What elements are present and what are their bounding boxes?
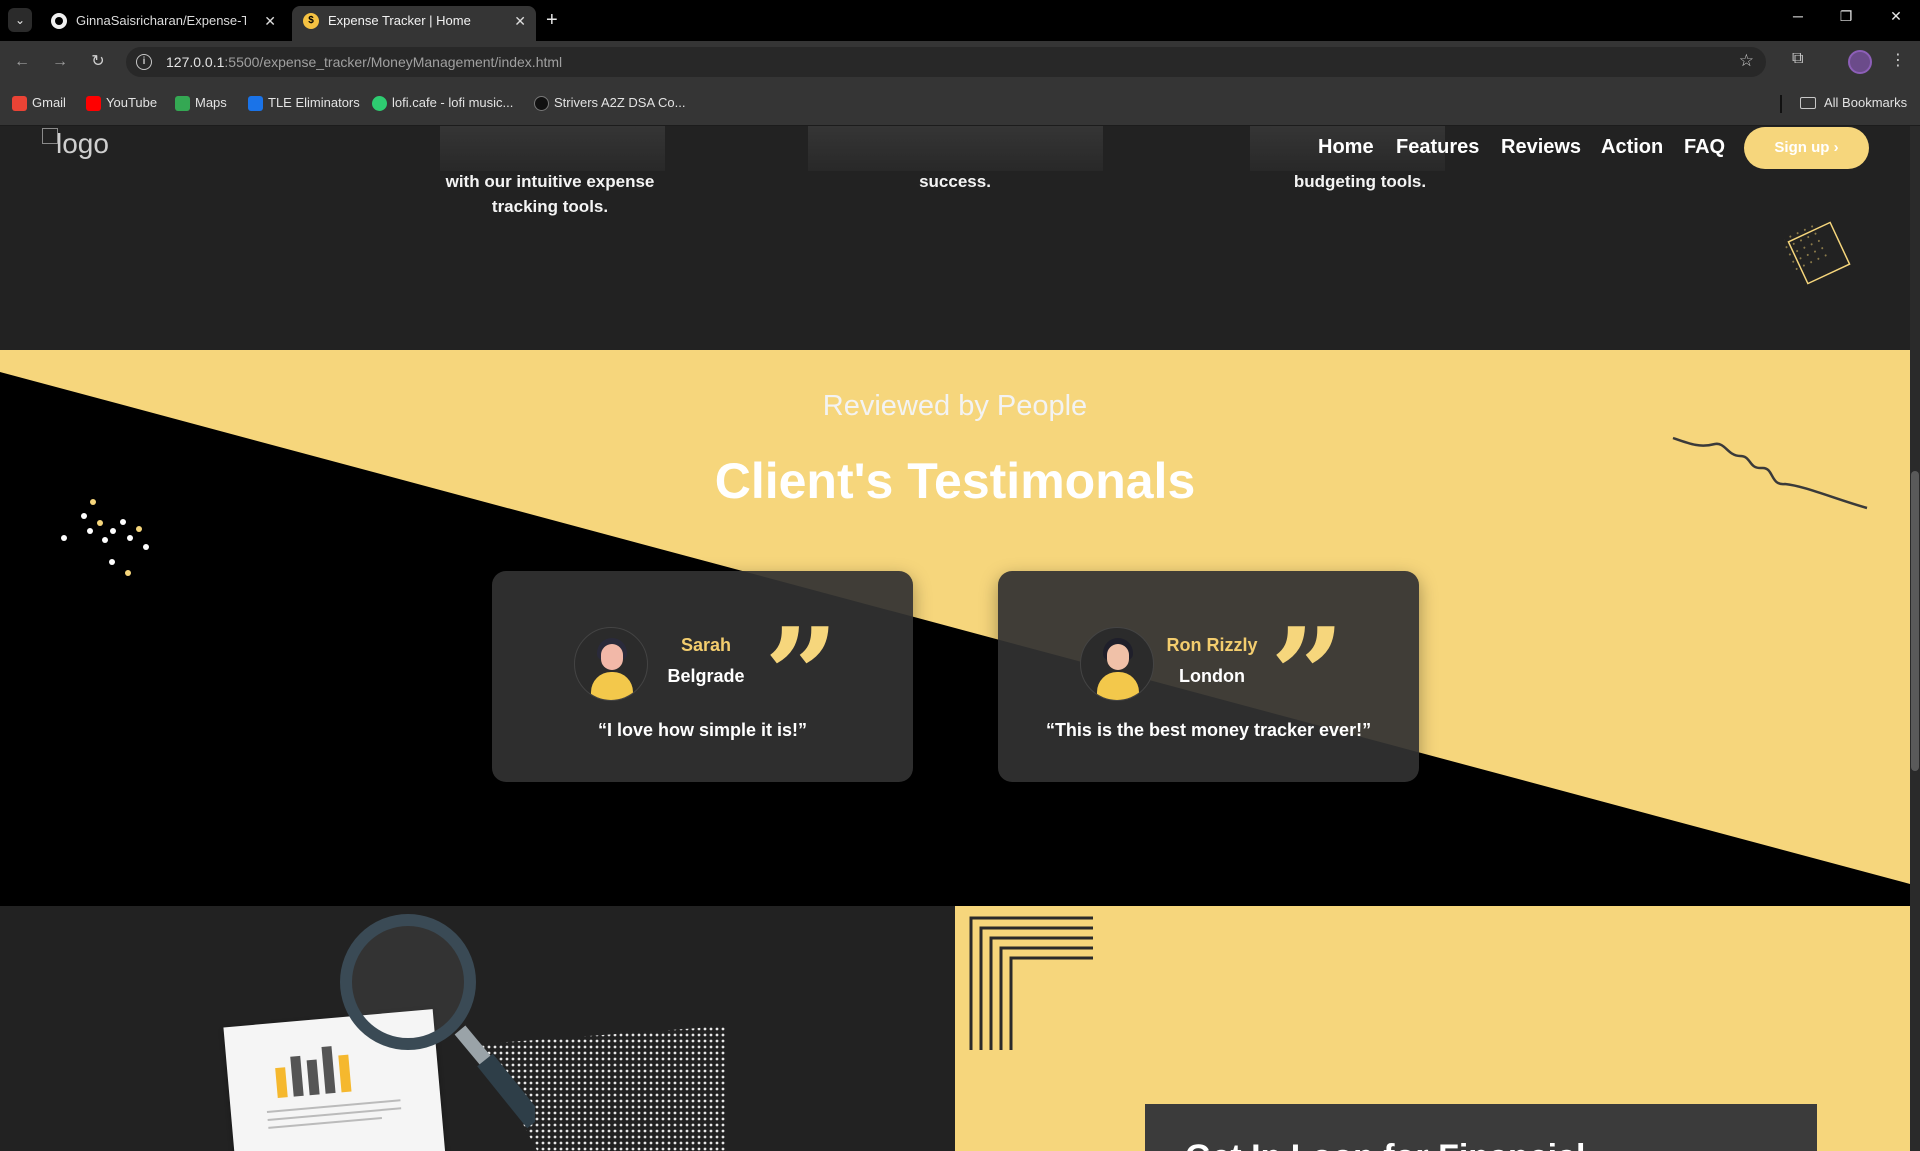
bookmarks-bar: Gmail YouTube Maps TLE Eliminators lofi.…	[0, 83, 1920, 126]
bookmark-lofi[interactable]: lofi.cafe - lofi music...	[372, 95, 513, 111]
nav-faq[interactable]: FAQ	[1684, 136, 1725, 159]
testimonial-name: Ron Rizzly	[1166, 635, 1258, 655]
testimonials-background	[0, 350, 1910, 906]
testimonial-name: Sarah	[680, 635, 732, 655]
strivers-icon	[534, 96, 549, 111]
restore-icon[interactable]: ❐	[1834, 8, 1858, 25]
bookmark-youtube[interactable]: YouTube	[86, 95, 157, 111]
tab-title: GinnaSaisricharan/Expense-Tra	[76, 13, 246, 28]
site-navbar: logo Home Features Reviews Action FAQ Si…	[0, 126, 1910, 186]
tab-search-button[interactable]: ⌄	[8, 8, 32, 32]
testimonial-city: Belgrade	[667, 666, 745, 686]
logo[interactable]: logo	[42, 128, 109, 160]
extensions-icon[interactable]: ⧉	[1792, 50, 1803, 68]
page-scrollbar[interactable]	[1910, 126, 1920, 1151]
browser-tab-bar: ⌄ GinnaSaisricharan/Expense-Tra ✕ $ Expe…	[0, 0, 1920, 41]
testimonials-section: Reviewed by People Client's Testimonals	[0, 350, 1910, 906]
new-tab-button[interactable]: +	[546, 9, 558, 31]
youtube-icon	[86, 96, 101, 111]
action-section: Get In Loop for Financial	[0, 906, 1910, 1151]
squiggle-decoration	[1672, 436, 1868, 510]
bookmark-separator	[1780, 95, 1782, 113]
folder-icon	[1800, 97, 1816, 109]
testimonial-quote: “I love how simple it is!”	[597, 720, 808, 740]
headphones-icon	[372, 96, 387, 111]
close-tab-icon[interactable]: ✕	[514, 6, 526, 36]
page-viewport: with our intuitive expense tracking tool…	[0, 126, 1920, 1151]
bookmark-tle[interactable]: TLE Eliminators	[248, 95, 360, 111]
action-card: Get In Loop for Financial	[1145, 1104, 1817, 1151]
github-icon	[51, 13, 67, 29]
dotted-square-decoration	[1784, 221, 1851, 285]
bookmark-star-icon[interactable]: ☆	[1739, 51, 1754, 71]
testimonial-city: London	[1179, 666, 1245, 686]
signup-button[interactable]: Sign up ›	[1744, 127, 1869, 169]
magnifier-icon	[340, 914, 535, 1129]
nav-features[interactable]: Features	[1396, 136, 1479, 159]
testimonial-quote: “This is the best money tracker ever!”	[1045, 720, 1372, 740]
bookmark-gmail[interactable]: Gmail	[12, 95, 66, 111]
forward-arrow-icon[interactable]: →	[48, 50, 72, 74]
tle-icon	[248, 96, 263, 111]
address-bar[interactable]: i 127.0.0.1:5500/expense_tracker/MoneyMa…	[126, 47, 1766, 77]
nav-action[interactable]: Action	[1601, 136, 1663, 159]
back-arrow-icon[interactable]: ←	[10, 50, 34, 74]
tab-title: Expense Tracker | Home	[328, 13, 471, 28]
testimonials-title: Client's Testimonals	[714, 453, 1196, 509]
bookmark-strivers[interactable]: Strivers A2Z DSA Co...	[534, 95, 686, 111]
corner-lines-decoration	[969, 916, 1093, 1050]
minimize-icon[interactable]: ─	[1786, 8, 1810, 24]
browser-toolbar: ← → ↻ i 127.0.0.1:5500/expense_tracker/M…	[0, 41, 1920, 83]
coin-icon: $	[303, 13, 319, 29]
dot-cluster-decoration	[61, 499, 149, 576]
testimonial-card: Ron Rizzly London ” “This is the best mo…	[998, 571, 1419, 782]
site-info-icon[interactable]: i	[136, 54, 152, 70]
menu-kebab-icon[interactable]: ⋮	[1890, 50, 1906, 70]
nav-reviews[interactable]: Reviews	[1501, 136, 1581, 159]
bookmark-maps[interactable]: Maps	[175, 95, 227, 111]
url-text: 127.0.0.1:5500/expense_tracker/MoneyMana…	[166, 54, 563, 70]
all-bookmarks[interactable]: All Bookmarks	[1800, 95, 1907, 110]
testimonials-subtitle: Reviewed by People	[822, 390, 1088, 422]
action-title: Get In Loop for Financial	[1185, 1138, 1585, 1151]
action-panel: Get In Loop for Financial	[955, 906, 1910, 1151]
testimonial-card: Sarah Belgrade ” “I love how simple it i…	[492, 571, 913, 782]
tab-expense-tracker[interactable]: $ Expense Tracker | Home ✕	[292, 6, 536, 41]
profile-avatar[interactable]	[1848, 50, 1872, 74]
scrollbar-thumb[interactable]	[1911, 471, 1919, 771]
nav-home[interactable]: Home	[1318, 136, 1374, 159]
tab-github[interactable]: GinnaSaisricharan/Expense-Tra ✕	[40, 6, 286, 41]
close-window-icon[interactable]: ✕	[1884, 8, 1908, 25]
gmail-icon	[12, 96, 27, 111]
maps-icon	[175, 96, 190, 111]
reload-icon[interactable]: ↻	[86, 50, 110, 74]
close-tab-icon[interactable]: ✕	[264, 6, 276, 36]
action-illustration-panel	[0, 906, 955, 1151]
